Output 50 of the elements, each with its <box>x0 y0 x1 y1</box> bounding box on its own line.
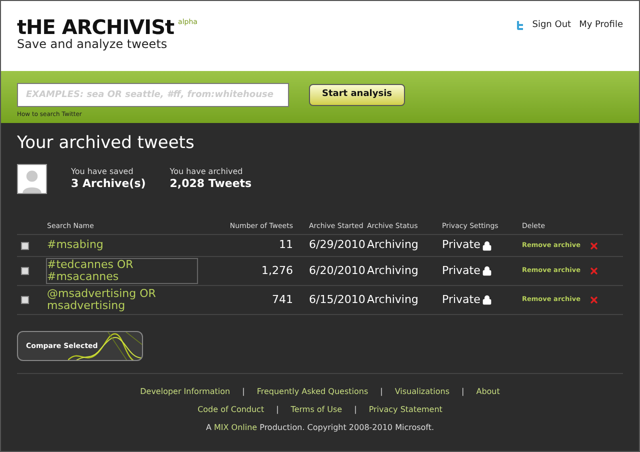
logo: tHE ARCHIVISt <box>17 17 174 37</box>
stat-label: You have saved <box>71 167 134 178</box>
header-link[interactable]: Sign Out <box>532 21 572 30</box>
footer-separator: | <box>242 386 245 398</box>
start-analysis-button[interactable]: Start analysis <box>309 84 406 106</box>
page-title: Your archived tweets <box>17 135 196 152</box>
start-date: 6/15/2010 <box>308 292 366 308</box>
lock-icon <box>482 295 492 306</box>
footer-separator: | <box>380 386 383 398</box>
footer-link[interactable]: Privacy Statement <box>368 404 442 416</box>
footer-link[interactable]: Code of Conduct <box>198 404 264 416</box>
stat-value: 3 Archive(s) <box>71 177 146 191</box>
mix-online-link[interactable]: MIX Online <box>214 423 258 432</box>
close-icon[interactable] <box>588 295 599 306</box>
copyright-text: A MIX Online Production. Copyright 2008-2010 Microsoft. <box>206 422 434 434</box>
footer-link[interactable]: Visualizations <box>394 386 450 398</box>
archive-status: Archiving <box>367 237 420 254</box>
row-checkbox[interactable] <box>21 296 29 304</box>
t-logo-icon <box>516 21 524 31</box>
tweet-count: 11 <box>278 237 294 254</box>
stat-value: 2,028 Tweets <box>170 177 252 191</box>
search-name-link[interactable]: #tedcannes OR #msacannes <box>47 259 197 284</box>
footer-link[interactable]: About <box>476 386 500 398</box>
footer-separator: | <box>354 404 357 416</box>
start-date: 6/20/2010 <box>308 262 366 279</box>
tweet-count: 741 <box>271 292 294 308</box>
start-date: 6/29/2010 <box>308 237 366 254</box>
stat-label: You have archived <box>170 167 244 178</box>
footer-separator: | <box>276 404 279 416</box>
close-icon[interactable] <box>588 240 599 250</box>
row-checkbox[interactable] <box>21 267 29 276</box>
footer-link[interactable]: Terms of Use <box>290 404 342 416</box>
header-link[interactable]: My Profile <box>579 21 623 30</box>
archive-status: Archiving <box>367 262 420 279</box>
privacy-setting: Private <box>442 237 480 254</box>
row-checkbox[interactable] <box>21 242 29 250</box>
lock-icon <box>482 240 492 250</box>
archive-status: Archiving <box>367 292 420 308</box>
privacy-setting: Private <box>442 292 480 308</box>
privacy-setting: Private <box>442 262 480 279</box>
avatar <box>17 164 47 194</box>
search-name-link[interactable]: #msabing <box>47 239 104 252</box>
lock-icon <box>482 266 492 276</box>
tweet-count: 1,276 <box>260 262 294 279</box>
search-name-link[interactable]: @msadvertising OR msadvertising <box>47 288 197 312</box>
footer-separator: | <box>462 386 464 398</box>
footer-link[interactable]: Developer Information <box>140 386 230 398</box>
close-icon[interactable] <box>588 266 599 276</box>
footer-link[interactable]: Frequently Asked Questions <box>256 386 368 398</box>
tagline: Save and analyze tweets <box>17 37 168 52</box>
